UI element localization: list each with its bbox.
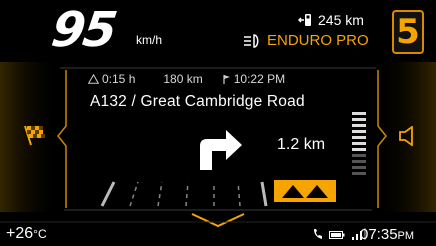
eta-arrival: 10:22 PM — [221, 72, 285, 86]
phone-icon — [314, 229, 322, 239]
range-value: 245 km — [318, 12, 364, 28]
checkered-flag-icon[interactable] — [22, 124, 46, 146]
warning-triangle-icon — [88, 74, 99, 84]
turn-distance: 1.2 km — [277, 136, 326, 153]
speed-value: 95 — [48, 2, 119, 58]
clock-time: 07:35 — [360, 226, 398, 243]
riding-mode[interactable]: ENDURO PRO — [243, 32, 369, 49]
riding-mode-label: ENDURO PRO — [267, 32, 369, 49]
eta-distance: 180 km — [163, 72, 202, 86]
distance-scale — [352, 112, 366, 175]
headlight-icon — [244, 33, 259, 48]
status-icons — [313, 228, 367, 240]
road-name: A132 / Great Cambridge Road — [90, 93, 305, 110]
eta-arrival-value: 10:22 PM — [233, 72, 286, 86]
clock-suffix: PM — [397, 230, 415, 242]
destination-pin-icon — [223, 74, 230, 84]
gear-value: 5 — [396, 12, 420, 52]
right-turn-arrow-icon — [200, 130, 242, 170]
temperature-unit: °C — [33, 227, 47, 241]
speaker-icon[interactable] — [398, 126, 420, 146]
eta-duration-value: 0:15 h — [102, 72, 136, 86]
clock: 07:35PM — [360, 226, 414, 243]
eta-row: 0:15 h 180 km 10:22 PM — [88, 72, 285, 86]
eta-duration: 0:15 h — [88, 72, 135, 86]
battery-icon — [329, 231, 345, 239]
fuel-pump-icon — [298, 14, 311, 26]
temperature: +26°C — [6, 225, 47, 243]
eta-distance-value: 180 km — [163, 72, 203, 86]
fuel-range: 245 km — [298, 12, 364, 28]
active-lane-indicator — [274, 180, 336, 202]
speed-unit: km/h — [136, 33, 163, 47]
temperature-value: +26 — [6, 225, 34, 242]
gear-indicator: 5 — [392, 10, 424, 54]
